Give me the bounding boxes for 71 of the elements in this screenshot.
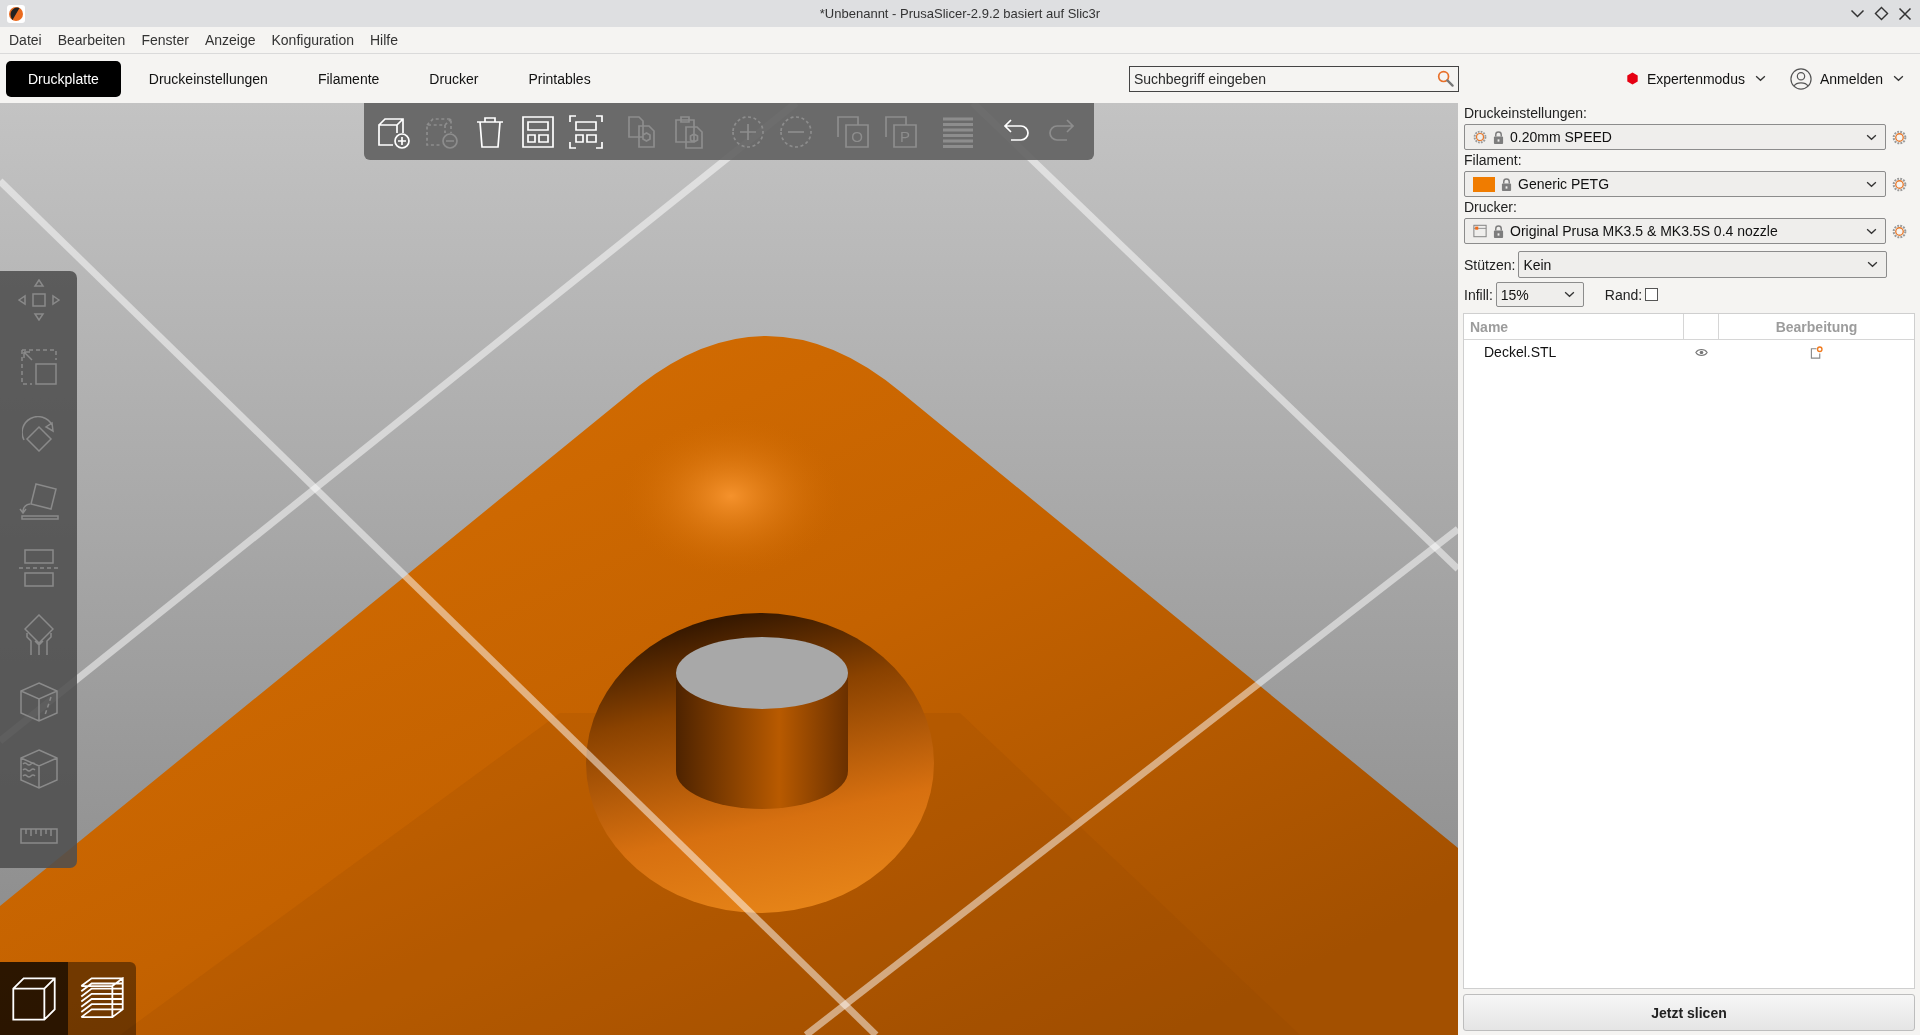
textured-cube-icon [19, 749, 58, 789]
chevron-down-icon [1754, 75, 1766, 82]
mode-menu-button[interactable]: Expertenmodus [1625, 63, 1766, 94]
3d-view-button[interactable] [0, 962, 68, 1035]
settings-icon[interactable] [1892, 129, 1907, 145]
field-label: Druckeinstellungen: [1464, 104, 1588, 123]
tab[interactable]: Drucker [407, 60, 501, 97]
object-list-item[interactable]: Deckel.STL [1484, 344, 1557, 360]
lock-icon [1501, 177, 1512, 191]
filament-preset-dropdown[interactable]: Generic PETG [1464, 171, 1886, 197]
plus-circle-icon [731, 114, 765, 149]
menu-item[interactable]: Konfiguration [263, 32, 362, 48]
lock-icon [1493, 224, 1504, 238]
chevron-down-icon [1866, 227, 1877, 235]
printer-preset-dropdown[interactable]: Original Prusa MK3.5 & MK3.5S 0.4 nozzle [1464, 218, 1886, 244]
layers-stack-icon [80, 976, 124, 1021]
lock-icon [1493, 130, 1504, 144]
preview-button[interactable] [68, 962, 136, 1035]
checkbox[interactable] [1645, 288, 1659, 301]
cube-icon [12, 976, 56, 1021]
field-label: Infill: [1464, 286, 1493, 303]
cube-dashes-icon [19, 682, 58, 722]
tab[interactable]: Printables [506, 60, 613, 97]
menu-item[interactable]: Bearbeiten [49, 32, 134, 48]
layout-icon [521, 114, 555, 149]
menu-item[interactable]: Datei [1, 32, 50, 48]
ruler-icon [19, 828, 58, 844]
square-dot-icon[interactable] [1810, 345, 1823, 359]
settings-icon[interactable] [1892, 223, 1907, 239]
move-arrows-icon [17, 279, 60, 321]
slice-button[interactable]: Jetzt slicen [1463, 994, 1915, 1031]
search-icon[interactable] [1436, 69, 1454, 87]
print-preset-dropdown[interactable]: 0.20mm SPEED [1464, 124, 1886, 150]
field-label: Stützen: [1464, 256, 1516, 273]
maximize-icon[interactable] [1875, 7, 1888, 20]
field-label: Drucker: [1464, 198, 1518, 217]
search-field[interactable]: Suchbegriff eingeben [1128, 65, 1459, 92]
rotate-diamond-icon [22, 416, 55, 452]
chevron-down-icon [1563, 291, 1575, 298]
menu-item[interactable]: Anzeige [196, 32, 264, 48]
supports-dropdown[interactable]: Kein [1518, 251, 1888, 278]
user-icon [1789, 67, 1812, 90]
close-icon[interactable] [1899, 7, 1911, 20]
scale-squares-icon [20, 349, 57, 385]
chevron-down-icon [1866, 133, 1877, 141]
tab[interactable]: Druckplatte [6, 60, 121, 97]
minus-circle-icon [779, 114, 813, 149]
chevron-down-icon [1866, 180, 1877, 188]
infill-dropdown[interactable]: 15% [1495, 282, 1584, 307]
model-view-drawing[interactable] [0, 103, 1458, 1035]
window-title: *Unbenannt - PrusaSlicer-2.9.2 basiert auf Slic3r [819, 6, 1101, 21]
diamond-legs-icon [23, 614, 54, 656]
layout-brackets-icon [569, 114, 603, 149]
stacked-bars-icon [941, 114, 975, 149]
chevron-down-icon [1893, 75, 1904, 82]
chevron-down-icon [1867, 261, 1879, 268]
eye-icon[interactable] [1694, 347, 1708, 357]
field-label: Rand: [1604, 286, 1643, 303]
cut-rectangles-icon [17, 549, 60, 587]
menu-item[interactable]: Hilfe [362, 32, 406, 48]
window-icon [1473, 224, 1487, 238]
app-logo-icon [7, 4, 25, 23]
settings-icon[interactable] [1892, 176, 1907, 192]
login-button[interactable]: Anmelden [1789, 63, 1904, 94]
tab[interactable]: Filamente [295, 60, 402, 97]
gear-icon [1473, 130, 1487, 144]
minimize-icon[interactable] [1851, 10, 1864, 17]
hexagon-icon [1625, 72, 1639, 85]
tab[interactable]: Druckeinstellungen [126, 60, 290, 97]
menu-item[interactable]: Fenster [133, 32, 197, 48]
field-label: Filament: [1464, 151, 1523, 170]
